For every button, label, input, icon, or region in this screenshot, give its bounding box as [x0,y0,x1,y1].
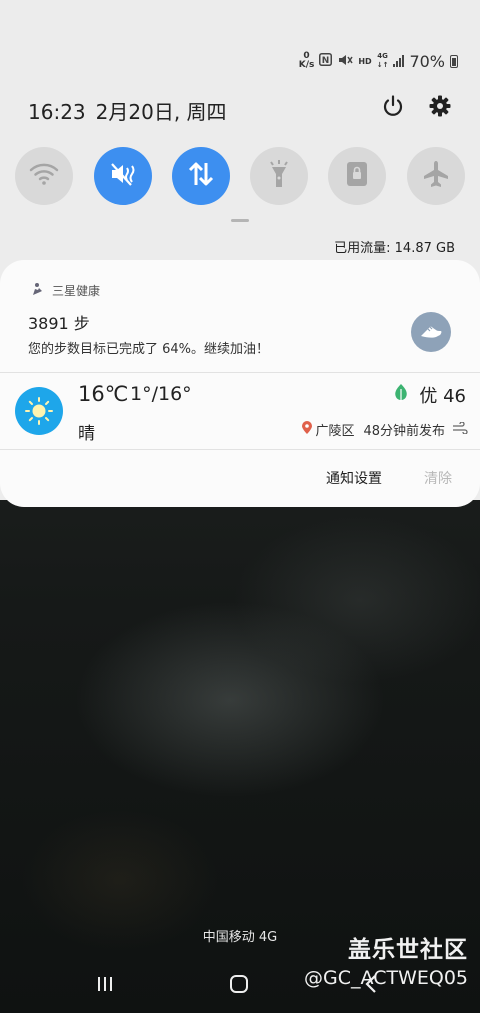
data-arrows-icon [186,160,216,192]
mobile-data-toggle[interactable] [172,147,230,205]
leaf-icon [393,383,409,408]
location-pin-icon [302,421,313,438]
svg-text:N: N [322,56,330,66]
notification-card: 三星健康 3891 步 您的步数目标已完成了 64%。继续加油！ 16℃ 1°/… [0,260,480,507]
flashlight-toggle[interactable] [250,147,308,205]
panel-drag-handle[interactable] [231,219,249,222]
gear-icon [428,94,452,122]
refresh-wind-icon [452,420,468,438]
weather-sunny-icon [15,387,63,435]
notification-settings-button[interactable]: 通知设置 [326,468,382,488]
recents-icon [95,975,115,997]
recent-apps-button[interactable] [90,972,120,1000]
temperature-range: 1°/16° [130,383,192,405]
steps-message: 您的步数目标已完成了 64%。继续加油！ [28,342,270,357]
wifi-toggle[interactable] [15,147,73,205]
vibrate-mute-icon [107,160,139,192]
health-notification-action[interactable] [411,312,451,352]
clear-button[interactable]: 清除 [424,468,452,488]
shoe-icon [418,320,444,344]
weather-location-row: 广陵区 48分钟前发布 [302,420,468,439]
settings-button[interactable] [425,93,455,123]
power-icon [381,94,405,122]
location-name: 广陵区 [315,424,355,439]
flashlight-icon [266,159,292,193]
divider [0,372,480,373]
update-time: 48分钟前发布 [363,424,445,439]
date: 2月20日, 周四 [95,100,227,124]
vibrate-mute-icon [337,52,353,71]
home-icon [229,974,249,998]
hd-label: HD [358,56,372,66]
network-type: 4G ↓↑ [376,52,389,69]
home-button[interactable] [224,972,254,1000]
aqi-value: 优 46 [419,386,466,407]
battery-icon [450,54,458,68]
data-usage-label: 已用流量: 14.87 GB [334,241,455,256]
health-app-name: 三星健康 [52,284,101,298]
watermark-title: 盖乐世社区 [348,937,468,963]
airplane-icon [421,159,451,193]
sound-mode-toggle[interactable] [94,147,152,205]
screen-lock-toggle[interactable] [328,147,386,205]
airplane-mode-toggle[interactable] [407,147,465,205]
signal-icon [393,55,405,67]
current-temperature: 16℃ [78,382,129,406]
notification-actions: 通知设置 清除 [326,468,452,488]
wifi-icon [29,162,59,190]
clock: 16:23 [28,100,86,124]
lock-icon [345,160,369,192]
status-bar: 0 K/s N HD 4G ↓↑ 70% [299,50,458,72]
network-speed: 0 K/s [298,51,315,70]
battery-percent: 70% [409,51,445,71]
power-button[interactable] [378,93,408,123]
air-quality: 优 46 [393,382,466,408]
date-time: 16:23 2月20日, 周四 [28,96,237,125]
health-app-header[interactable]: 三星健康 [30,282,100,299]
weather-condition: 晴 [78,424,95,444]
steps-count: 3891 步 [28,314,90,333]
samsung-health-icon [30,282,44,299]
watermark-user: @GC_ACTWEQ05 [304,967,468,989]
divider [0,449,480,450]
nfc-icon: N [319,52,333,70]
quick-settings-tiles [0,147,480,205]
